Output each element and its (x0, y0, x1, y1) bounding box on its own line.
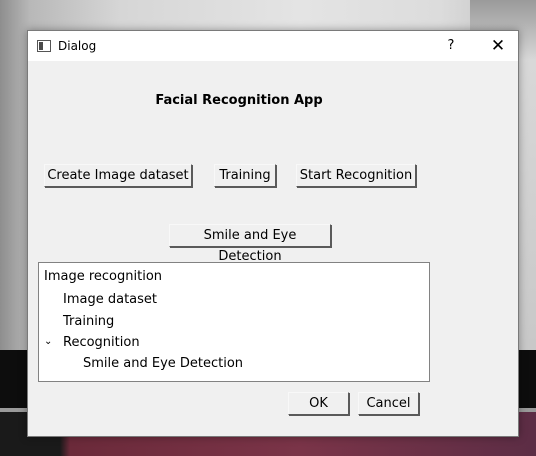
help-button[interactable]: ? (436, 31, 466, 61)
window-app-icon (37, 40, 51, 52)
tree-item-image-recognition[interactable]: Image recognition (44, 269, 162, 284)
tree-view[interactable]: Image recognition Image dataset Training… (38, 262, 430, 382)
close-button[interactable]: ✕ (478, 31, 518, 61)
start-recognition-button[interactable]: Start Recognition (296, 164, 416, 187)
cancel-button[interactable]: Cancel (358, 392, 419, 415)
ok-button[interactable]: OK (288, 392, 349, 415)
training-button[interactable]: Training (214, 164, 276, 187)
dialog-window: Dialog ? ✕ Facial Recognition App Create… (27, 30, 519, 437)
tree-item-training[interactable]: Training (63, 314, 114, 329)
smile-eye-detection-button[interactable]: Smile and Eye Detection (169, 224, 331, 264)
app-title: Facial Recognition App (155, 93, 323, 108)
tree-item-recognition[interactable]: Recognition (63, 335, 140, 350)
title-bar[interactable]: Dialog ? ✕ (28, 31, 518, 61)
window-title: Dialog (58, 39, 97, 53)
tree-item-image-dataset[interactable]: Image dataset (63, 292, 157, 307)
chevron-down-icon[interactable]: ⌄ (44, 336, 52, 347)
create-image-dataset-button[interactable]: Create Image dataset (44, 164, 192, 187)
tree-item-smile-eye-detection[interactable]: Smile and Eye Detection (83, 356, 243, 371)
